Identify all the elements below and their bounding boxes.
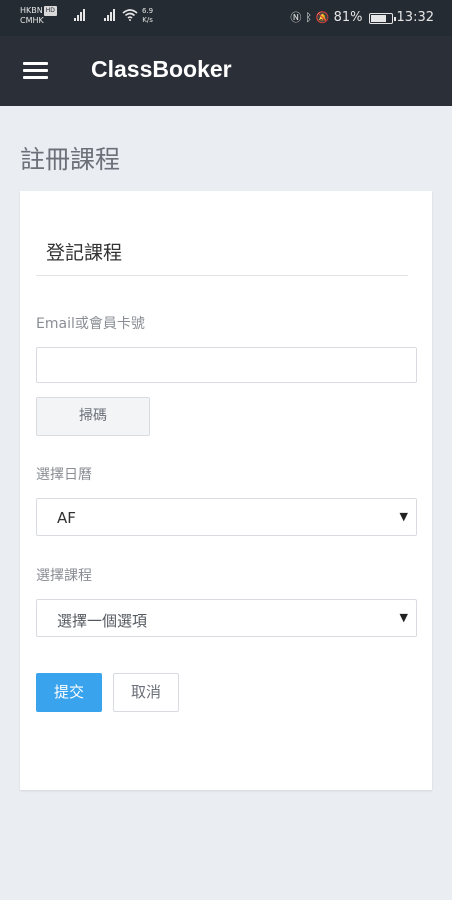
cancel-button[interactable]: 取消	[113, 673, 179, 712]
hamburger-menu-icon[interactable]	[23, 62, 48, 80]
form-divider	[36, 275, 408, 276]
chevron-down-icon: ▼	[399, 510, 408, 523]
email-field[interactable]	[36, 347, 417, 383]
signal-strength-icon	[74, 9, 85, 21]
signal-group	[74, 9, 138, 21]
nfc-icon: Ⓝ	[290, 11, 302, 24]
page-title: 註冊課程	[20, 145, 121, 174]
battery-level	[370, 14, 386, 22]
carrier-primary: HKBN	[20, 6, 43, 15]
registration-form-card: 登記課程 Email或會員卡號 掃碼 選擇日曆 AF ▼ 選擇課程 選擇一個選項…	[20, 191, 432, 790]
carrier-secondary: CMHK	[20, 16, 44, 25]
carrier-info: HKBN HD CMHK	[20, 6, 57, 26]
scan-button[interactable]: 掃碼	[36, 397, 150, 436]
clock: 13:32	[396, 10, 434, 25]
status-right: Ⓝ ᛒ 🔕 81% 13:32	[290, 9, 434, 27]
wifi-icon	[122, 9, 138, 21]
mute-icon: 🔕	[315, 11, 330, 24]
course-label: 選擇課程	[36, 568, 92, 584]
course-selected-value: 選擇一個選項	[57, 612, 148, 630]
calendar-select[interactable]: AF ▼	[36, 498, 417, 536]
email-label: Email或會員卡號	[36, 316, 145, 332]
form-title: 登記課程	[46, 242, 123, 264]
bluetooth-icon: ᛒ	[305, 11, 312, 24]
app-title: ClassBooker	[91, 56, 232, 82]
signal-strength-icon-2	[104, 9, 115, 21]
network-speed: 6.9 K/s	[142, 7, 153, 25]
app-bar: ClassBooker	[0, 36, 452, 106]
battery-icon	[368, 12, 396, 24]
calendar-label: 選擇日曆	[36, 467, 92, 483]
status-bar: HKBN HD CMHK 6.9 K/s Ⓝ ᛒ 🔕 81% 13:32	[0, 0, 452, 36]
calendar-selected-value: AF	[57, 509, 76, 527]
network-speed-value: 6.9	[142, 7, 154, 15]
course-select[interactable]: 選擇一個選項 ▼	[36, 599, 417, 637]
network-speed-unit: K/s	[142, 16, 153, 24]
hd-badge: HD	[43, 6, 57, 16]
chevron-down-icon: ▼	[399, 611, 408, 624]
battery-percent: 81%	[333, 10, 363, 25]
submit-button[interactable]: 提交	[36, 673, 102, 712]
